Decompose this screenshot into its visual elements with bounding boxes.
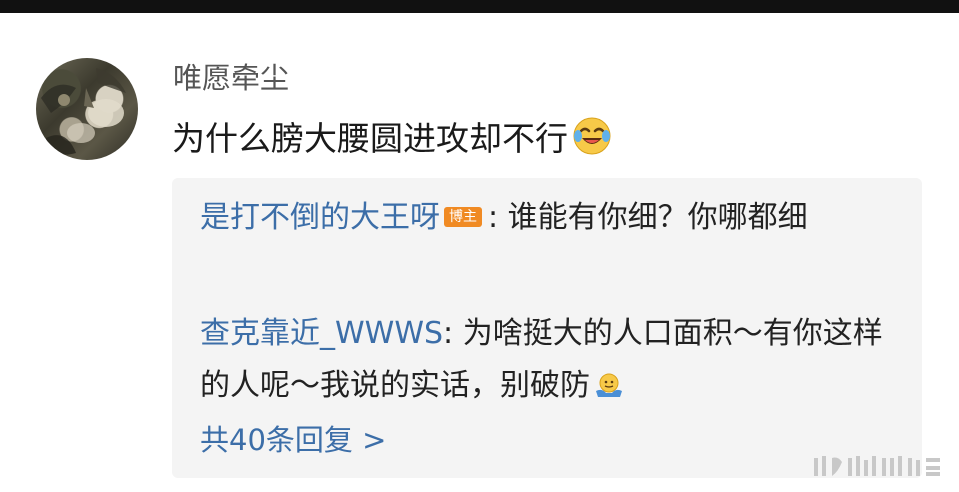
author-badge: 博主	[444, 207, 482, 227]
avatar[interactable]	[36, 58, 138, 160]
comment-text: 为什么膀大腰圆进攻却不行	[172, 116, 612, 167]
reply-text: 谁能有你细？你哪都细	[507, 200, 808, 235]
comment-body: 为什么膀大腰圆进攻却不行	[172, 119, 568, 158]
view-more-replies-link[interactable]: 共40条回复 >	[200, 420, 386, 460]
reply-separator: :	[488, 200, 508, 235]
replies-panel: 是打不倒的大王呀 博主: 谁能有你细？你哪都细 查克靠近_WWWS: 为啥挺大的人…	[172, 178, 922, 478]
reply-item[interactable]: 查克靠近_WWWS: 为啥挺大的人口面积～有你这样的人呢～我说的实话，别破防	[200, 308, 900, 418]
watermark-logo-icon	[814, 456, 940, 476]
laughing-tears-emoji-icon	[572, 116, 612, 167]
reply-separator: :	[443, 316, 463, 351]
shrug-emoji-icon	[594, 366, 624, 418]
reply-author[interactable]: 是打不倒的大王呀	[200, 200, 440, 235]
reply-item[interactable]: 是打不倒的大王呀 博主: 谁能有你细？你哪都细	[200, 192, 900, 244]
comment-username[interactable]: 唯愿牵尘	[173, 58, 289, 98]
reply-author[interactable]: 查克靠近_WWWS	[200, 316, 443, 351]
status-bar-strip	[0, 0, 959, 13]
avatar-artwork	[41, 68, 126, 155]
